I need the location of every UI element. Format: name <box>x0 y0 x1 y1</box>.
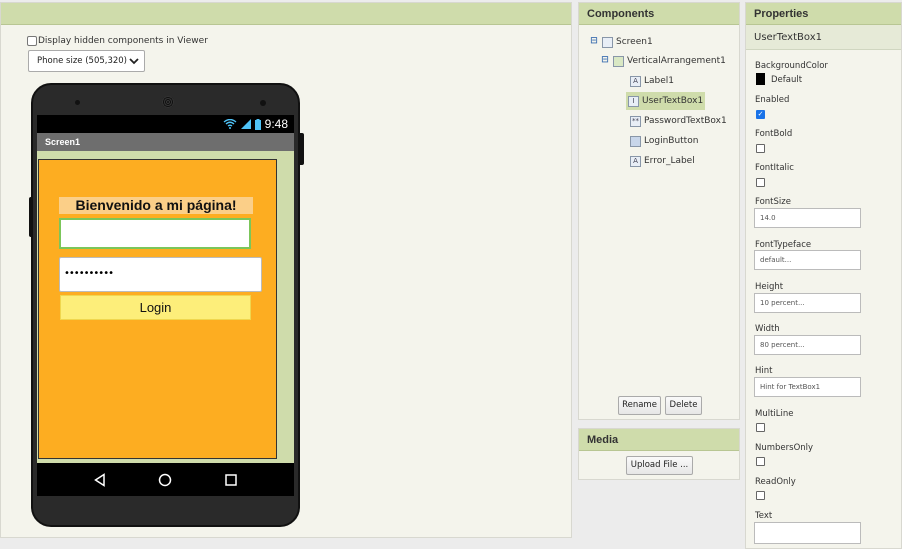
phone-sensor <box>75 100 80 105</box>
home-icon <box>159 473 172 486</box>
media-header: Media <box>579 429 739 451</box>
collapse-icon[interactable]: ⊟ <box>589 37 599 47</box>
back-icon <box>93 472 105 487</box>
phone-mockup: 9:48 Screen1 Bienvenido a mi página! •••… <box>29 83 304 527</box>
prop-text-input[interactable] <box>754 522 861 544</box>
tree-item-label1[interactable]: A Label1 <box>630 73 674 89</box>
properties-header: Properties <box>746 3 901 25</box>
components-panel: Components ⊟ Screen1 ⊟ VerticalArrangeme… <box>578 2 740 420</box>
welcome-label[interactable]: Bienvenido a mi página! <box>59 197 253 214</box>
screen-icon <box>602 36 613 48</box>
prop-fonttypeface-input[interactable]: default... <box>754 250 861 270</box>
prop-fontbold-checkbox[interactable] <box>756 144 765 153</box>
tree-item-usertextbox1[interactable]: I UserTextBox1 <box>626 92 706 110</box>
recents-icon <box>225 473 237 486</box>
prop-readonly-label: ReadOnly <box>755 477 796 487</box>
tree-item-label: LoginButton <box>644 136 699 146</box>
tree-item-error-label[interactable]: A Error_Label <box>630 153 695 169</box>
user-textbox[interactable] <box>59 218 251 249</box>
label-icon: A <box>630 155 641 167</box>
prop-numbersonly-checkbox[interactable] <box>756 457 765 466</box>
selected-component-name: UserTextBox1 <box>746 25 901 50</box>
password-icon: ** <box>630 115 641 127</box>
phone-volume-button <box>29 197 32 237</box>
label-icon: A <box>630 75 641 87</box>
viewer-panel: Display hidden components in Viewer Phon… <box>0 2 572 538</box>
prop-hint-label: Hint <box>755 366 773 376</box>
tree-item-label: VerticalArrangement1 <box>627 56 726 66</box>
display-hidden-label: Display hidden components in Viewer <box>38 36 208 46</box>
phone-size-value: Phone size (505,320) <box>37 56 127 66</box>
password-textbox[interactable]: •••••••••• <box>59 257 262 292</box>
media-panel: Media Upload File ... <box>578 428 740 480</box>
tree-item-label: PasswordTextBox1 <box>644 116 727 126</box>
color-swatch[interactable] <box>756 73 765 85</box>
prop-fontbold-label: FontBold <box>755 129 793 139</box>
prop-fontsize-label: FontSize <box>755 197 791 207</box>
upload-file-button[interactable]: Upload File ... <box>626 456 693 475</box>
display-hidden-checkbox[interactable] <box>27 36 37 46</box>
prop-fontitalic-label: FontItalic <box>755 163 794 173</box>
prop-multiline-label: MultiLine <box>755 409 794 419</box>
arrangement-icon <box>613 55 624 67</box>
phone-speaker <box>162 96 174 108</box>
rename-button[interactable]: Rename <box>618 396 661 415</box>
prop-fontitalic-checkbox[interactable] <box>756 178 765 187</box>
prop-text-label: Text <box>755 511 773 521</box>
viewer-header <box>1 3 571 25</box>
prop-hint-input[interactable]: Hint for TextBox1 <box>754 377 861 397</box>
collapse-icon[interactable]: ⊟ <box>600 56 610 66</box>
prop-readonly-checkbox[interactable] <box>756 491 765 500</box>
prop-fonttypeface-label: FontTypeface <box>755 240 812 250</box>
tree-item-label: Label1 <box>644 76 675 86</box>
prop-enabled-checkbox[interactable]: ✓ <box>756 110 765 119</box>
status-time: 9:48 <box>264 117 288 131</box>
properties-panel: Properties UserTextBox1 BackgroundColor … <box>745 2 902 549</box>
tree-item-label: UserTextBox1 <box>642 96 704 106</box>
status-bar: 9:48 <box>37 115 294 133</box>
phone-screen: 9:48 Screen1 Bienvenido a mi página! •••… <box>37 115 294 493</box>
delete-button[interactable]: Delete <box>665 396 702 415</box>
button-icon <box>630 135 641 147</box>
tree-item-label: Error_Label <box>644 156 695 166</box>
prop-enabled-label: Enabled <box>755 95 790 105</box>
tree-item-verticalarrangement1[interactable]: ⊟ VerticalArrangement1 <box>600 53 726 69</box>
prop-width-label: Width <box>755 324 780 334</box>
nav-bar <box>37 463 294 496</box>
tree-item-label: Screen1 <box>616 37 653 47</box>
textbox-icon: I <box>628 95 639 107</box>
prop-multiline-checkbox[interactable] <box>756 423 765 432</box>
screen-title-bar: Screen1 <box>37 133 294 151</box>
signal-icon <box>240 119 251 129</box>
prop-backgroundcolor-label: BackgroundColor <box>755 61 828 71</box>
tree-item-screen1[interactable]: ⊟ Screen1 <box>589 34 653 50</box>
wifi-icon <box>223 119 237 129</box>
phone-camera <box>260 100 266 106</box>
prop-height-label: Height <box>755 282 784 292</box>
phone-side-button <box>300 133 304 165</box>
phone-size-select[interactable]: Phone size (505,320) <box>28 50 145 72</box>
chevron-down-icon <box>129 58 139 65</box>
prop-height-input[interactable]: 10 percent... <box>754 293 861 313</box>
tree-item-passwordtextbox1[interactable]: ** PasswordTextBox1 <box>630 113 727 129</box>
prop-width-input[interactable]: 80 percent... <box>754 335 861 355</box>
prop-numbersonly-label: NumbersOnly <box>755 443 814 453</box>
prop-backgroundcolor-value[interactable]: Default <box>771 75 802 85</box>
components-header: Components <box>579 3 739 25</box>
display-hidden-row[interactable]: Display hidden components in Viewer <box>27 36 208 46</box>
battery-icon <box>254 118 261 130</box>
tree-item-loginbutton[interactable]: LoginButton <box>630 133 698 149</box>
login-button[interactable]: Login <box>60 295 251 320</box>
prop-fontsize-input[interactable]: 14.0 <box>754 208 861 228</box>
